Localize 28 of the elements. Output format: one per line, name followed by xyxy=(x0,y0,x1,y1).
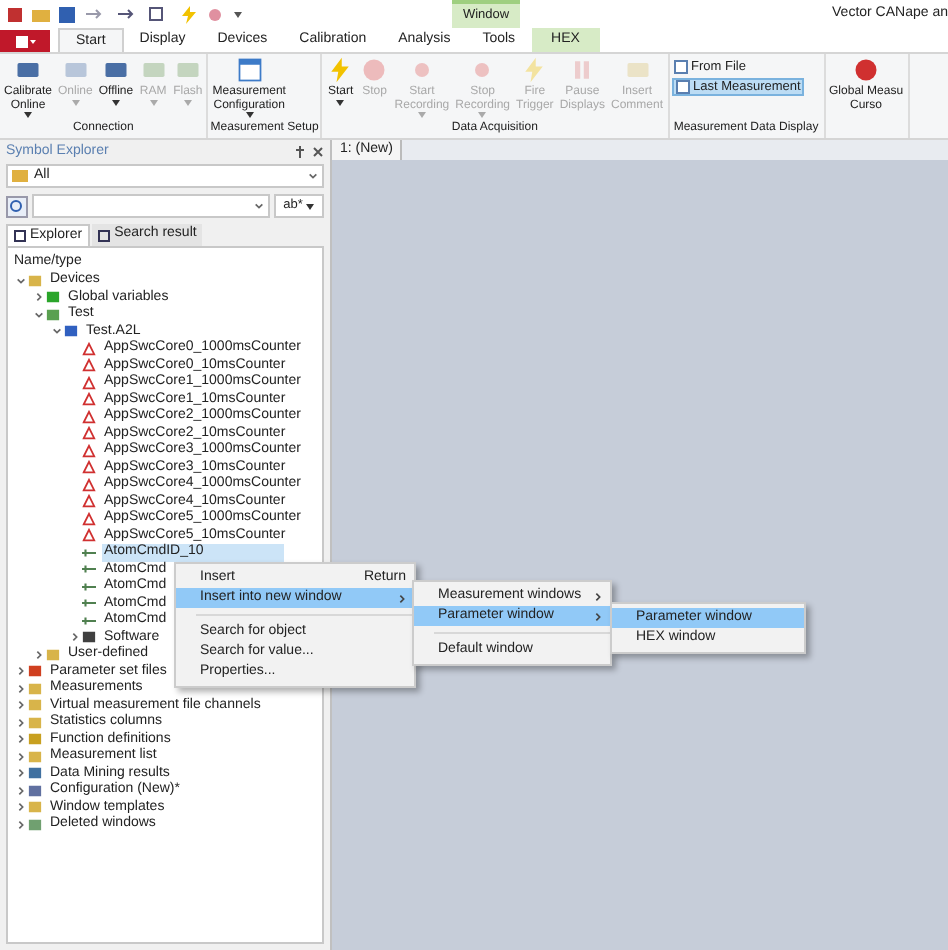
pin-icon[interactable] xyxy=(294,146,306,158)
chevron-down-icon xyxy=(308,172,318,180)
chevron-right-icon[interactable] xyxy=(15,785,25,796)
chevron-right-icon[interactable] xyxy=(15,683,25,694)
chevron-right-icon[interactable] xyxy=(69,632,79,643)
chevron-right-icon[interactable] xyxy=(15,802,25,813)
chevron-down-icon[interactable] xyxy=(15,275,25,286)
chevron-down-icon[interactable] xyxy=(51,326,61,337)
stop-icon xyxy=(360,56,389,84)
chevron-right-icon[interactable] xyxy=(33,292,43,303)
chevron-right-icon[interactable] xyxy=(15,717,25,728)
chevron-right-icon[interactable] xyxy=(15,734,25,745)
chevron-right-icon[interactable] xyxy=(15,751,25,762)
chevron-right-icon[interactable] xyxy=(33,649,43,660)
chevron-right-icon[interactable] xyxy=(15,666,25,677)
search-field[interactable] xyxy=(32,194,270,218)
save-icon[interactable] xyxy=(58,5,76,23)
chevron-down-icon xyxy=(254,202,264,210)
file-menu-button[interactable] xyxy=(0,30,50,52)
chevron-right-icon[interactable] xyxy=(15,700,25,711)
close-icon[interactable] xyxy=(312,146,324,158)
chevron-down-icon[interactable] xyxy=(33,309,43,320)
chevron-right-icon[interactable] xyxy=(15,819,25,830)
app-icon xyxy=(6,5,24,23)
chevron-right-icon[interactable] xyxy=(15,768,25,779)
menu-icon xyxy=(15,35,35,47)
caret-icon xyxy=(306,203,315,209)
search-icon[interactable] xyxy=(6,195,28,217)
